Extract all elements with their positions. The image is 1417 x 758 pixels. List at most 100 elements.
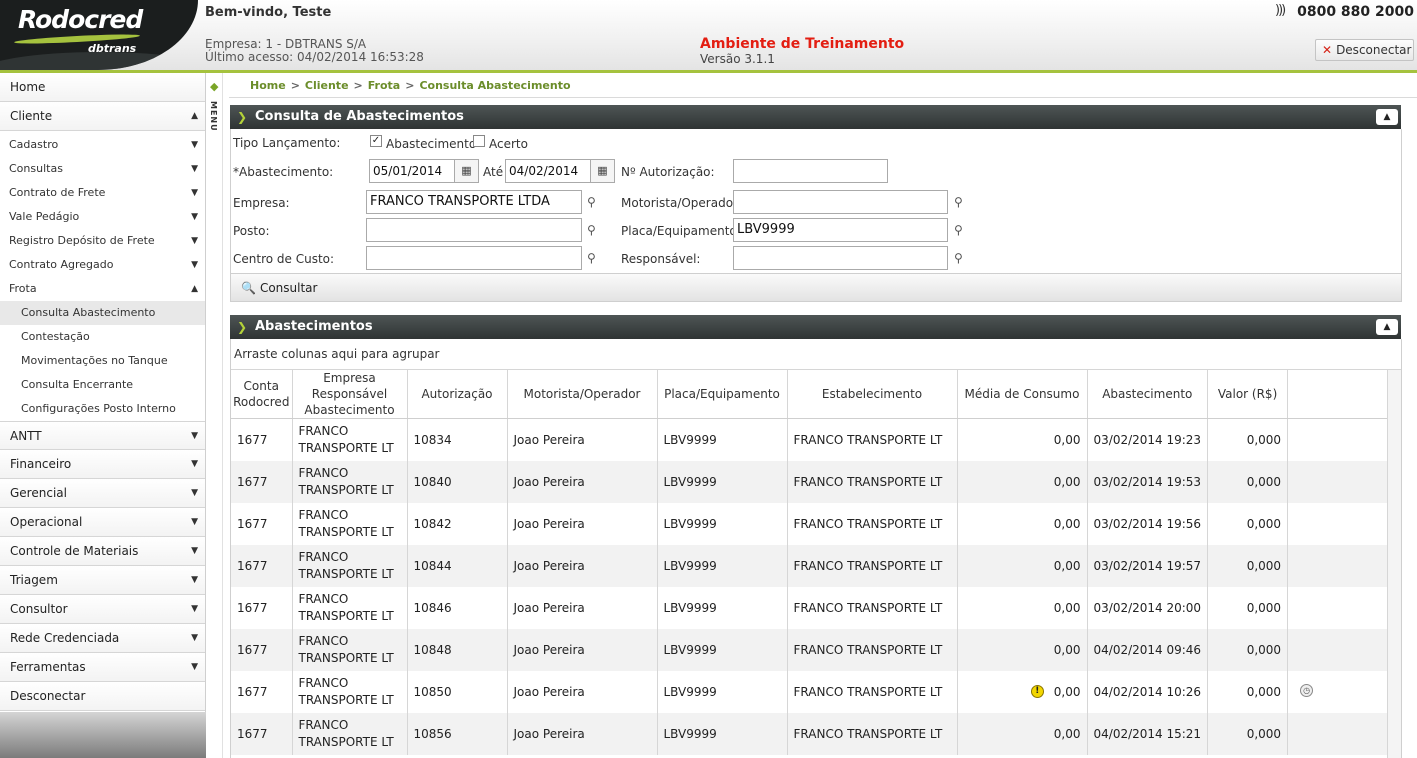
breadcrumb-home[interactable]: Home [250, 79, 286, 92]
breadcrumb-current[interactable]: Consulta Abastecimento [419, 79, 570, 92]
vertical-scrollbar[interactable] [1387, 370, 1401, 758]
sidebar-item-registro-deposito[interactable]: Registro Depósito de Frete ▼ [0, 229, 205, 253]
sidebar-item-configuracoes-posto[interactable]: Configurações Posto Interno [0, 397, 205, 421]
table-row[interactable]: 1677 FRANCO TRANSPORTE LT 10840 Joao Pereir… [231, 460, 1389, 503]
breadcrumb-separator: > [405, 79, 415, 92]
cell-valor: 0,000 [1207, 460, 1289, 503]
table-row[interactable]: 1677 FRANCO TRANSPORTE LT 10848 Joao Pereir… [231, 628, 1389, 671]
cell-empresa: FRANCO TRANSPORTE LT [292, 418, 408, 461]
sidebar-item-contestacao[interactable]: Contestação [0, 325, 205, 349]
table-row[interactable]: 1677 FRANCO TRANSPORTE LT 10856 Joao Pereir… [231, 712, 1389, 755]
placa-label: Placa/Equipamento: [621, 224, 741, 238]
responsavel-input[interactable] [733, 246, 948, 270]
sidebar-item-consulta-abastecimento[interactable]: Consulta Abastecimento [0, 301, 205, 325]
search-icon[interactable]: ⚲ [587, 251, 601, 265]
sidebar-item-operacional[interactable]: Operacional ▼ [0, 508, 205, 537]
media-value: 0,00 [1053, 642, 1081, 657]
panel-title: Abastecimentos [255, 319, 373, 334]
cell-media: 0,00 [957, 418, 1088, 461]
sidebar-item-label: Gerencial [10, 486, 67, 500]
column-header-abastecimento[interactable]: Abastecimento [1087, 370, 1209, 419]
column-header-placa[interactable]: Placa/Equipamento [657, 370, 788, 419]
sidebar-item-label: Consultor [10, 602, 68, 616]
sidebar-item-controle-materiais[interactable]: Controle de Materiais ▼ [0, 537, 205, 566]
table-header-row: Conta Rodocred Empresa Responsável Abast… [231, 370, 1389, 419]
breadcrumb-frota[interactable]: Frota [368, 79, 400, 92]
column-header-estabelecimento[interactable]: Estabelecimento [787, 370, 958, 419]
motorista-input[interactable] [733, 190, 948, 214]
sidebar-item-cliente[interactable]: Cliente ▲ [0, 102, 205, 131]
posto-input[interactable] [366, 218, 582, 242]
column-header-conta[interactable]: Conta Rodocred [231, 370, 293, 419]
autorizacao-input[interactable] [733, 159, 888, 183]
rodocred-logo[interactable]: Rodocred dbtrans [0, 0, 198, 70]
sidebar-item-rede-credenciada[interactable]: Rede Credenciada ▼ [0, 624, 205, 653]
search-icon[interactable]: ⚲ [587, 195, 601, 209]
sidebar-item-antt[interactable]: ANTT ▼ [0, 421, 205, 450]
table-row[interactable]: 1677 FRANCO TRANSPORTE LT 10842 Joao Pereir… [231, 502, 1389, 545]
sidebar-item-contrato-frete[interactable]: Contrato de Frete ▼ [0, 181, 205, 205]
media-value: 0,00 [1053, 516, 1081, 531]
cell-valor: 0,000 [1207, 628, 1289, 671]
table-row[interactable]: 1677 FRANCO TRANSPORTE LT 10846 Joao Pereir… [231, 586, 1389, 629]
cell-valor: 0,000 [1207, 670, 1289, 713]
empresa-input[interactable]: FRANCO TRANSPORTE LTDA [366, 190, 582, 214]
sidebar-item-triagem[interactable]: Triagem ▼ [0, 566, 205, 595]
search-icon[interactable]: ⚲ [954, 195, 968, 209]
warning-icon[interactable]: ! [1030, 684, 1044, 698]
breadcrumb-cliente[interactable]: Cliente [305, 79, 349, 92]
table-row[interactable]: 1677 FRANCO TRANSPORTE LT 10850 Joao Pereir… [231, 670, 1389, 713]
chevron-down-icon: ▼ [191, 260, 198, 270]
sidebar-item-financeiro[interactable]: Financeiro ▼ [0, 450, 205, 479]
table-row[interactable]: 1677 FRANCO TRANSPORTE LT 10844 Joao Pereir… [231, 544, 1389, 587]
sidebar-item-vale-pedagio[interactable]: Vale Pedágio ▼ [0, 205, 205, 229]
close-icon: ✕ [1322, 43, 1333, 57]
consulta-form: Tipo Lançamento: ✓ Abastecimento Acerto … [230, 129, 1402, 302]
sidebar-item-ferramentas[interactable]: Ferramentas ▼ [0, 653, 205, 682]
sidebar-item-consultas[interactable]: Consultas ▼ [0, 157, 205, 181]
collapse-panel-button[interactable]: ▲ [1376, 319, 1398, 335]
group-drop-area[interactable]: Arraste colunas aqui para agrupar [231, 339, 1401, 370]
acerto-checkbox[interactable] [473, 135, 485, 147]
column-header-valor[interactable]: Valor (R$) [1207, 370, 1289, 419]
collapse-menu-icon[interactable]: ◆ [210, 80, 218, 93]
sidebar-item-label: Operacional [10, 515, 83, 529]
chevron-down-icon: ▼ [191, 236, 198, 246]
logout-button[interactable]: ✕ Desconectar [1315, 39, 1414, 61]
sidebar-item-home[interactable]: Home [0, 73, 205, 102]
search-icon[interactable]: ⚲ [587, 223, 601, 237]
collapse-panel-button[interactable]: ▲ [1376, 109, 1398, 125]
motorista-label: Motorista/Operador: [621, 196, 742, 210]
placa-input[interactable]: LBV9999 [733, 218, 948, 242]
cell-abastecimento: 03/02/2014 20:00 [1087, 586, 1209, 629]
data-inicio-input[interactable]: 05/01/2014 [369, 159, 455, 183]
cell-empresa: FRANCO TRANSPORTE LT [292, 544, 408, 587]
search-icon[interactable]: ⚲ [954, 251, 968, 265]
menu-toggle-strip[interactable]: ◆ MENU [206, 73, 223, 758]
sidebar-item-consultor[interactable]: Consultor ▼ [0, 595, 205, 624]
table-row[interactable]: 1677 FRANCO TRANSPORTE LT 10834 Joao Pereir… [231, 418, 1389, 461]
column-header-autorizacao[interactable]: Autorização [407, 370, 508, 419]
consultar-button[interactable]: 🔍 Consultar [231, 273, 1401, 301]
sidebar-item-movimentacoes-tanque[interactable]: Movimentações no Tanque [0, 349, 205, 373]
abastecimento-date-label: *Abastecimento: [233, 165, 334, 179]
sidebar-item-gerencial[interactable]: Gerencial ▼ [0, 479, 205, 508]
sidebar-item-frota[interactable]: Frota ▲ [0, 277, 205, 301]
sidebar-item-cadastro[interactable]: Cadastro ▼ [0, 133, 205, 157]
calendar-icon[interactable]: ▦ [455, 159, 479, 183]
column-header-media[interactable]: Média de Consumo [957, 370, 1088, 419]
data-fim-input[interactable]: 04/02/2014 [505, 159, 591, 183]
calendar-icon[interactable]: ▦ [591, 159, 615, 183]
centro-custo-input[interactable] [366, 246, 582, 270]
breadcrumb: Home > Cliente > Frota > Consulta Abasteciment… [229, 73, 1417, 98]
column-header-empresa[interactable]: Empresa Responsável Abastecimento [292, 370, 408, 419]
sidebar-item-consulta-encerrante[interactable]: Consulta Encerrante [0, 373, 205, 397]
cell-motorista: Joao Pereira [507, 586, 658, 629]
clock-icon[interactable]: ◷ [1300, 684, 1314, 697]
sidebar-item-contrato-agregado[interactable]: Contrato Agregado ▼ [0, 253, 205, 277]
sidebar-item-desconectar[interactable]: Desconectar [0, 682, 205, 711]
search-icon[interactable]: ⚲ [954, 223, 968, 237]
cell-motorista: Joao Pereira [507, 418, 658, 461]
column-header-motorista[interactable]: Motorista/Operador [507, 370, 658, 419]
abastecimento-checkbox[interactable]: ✓ [370, 135, 382, 147]
